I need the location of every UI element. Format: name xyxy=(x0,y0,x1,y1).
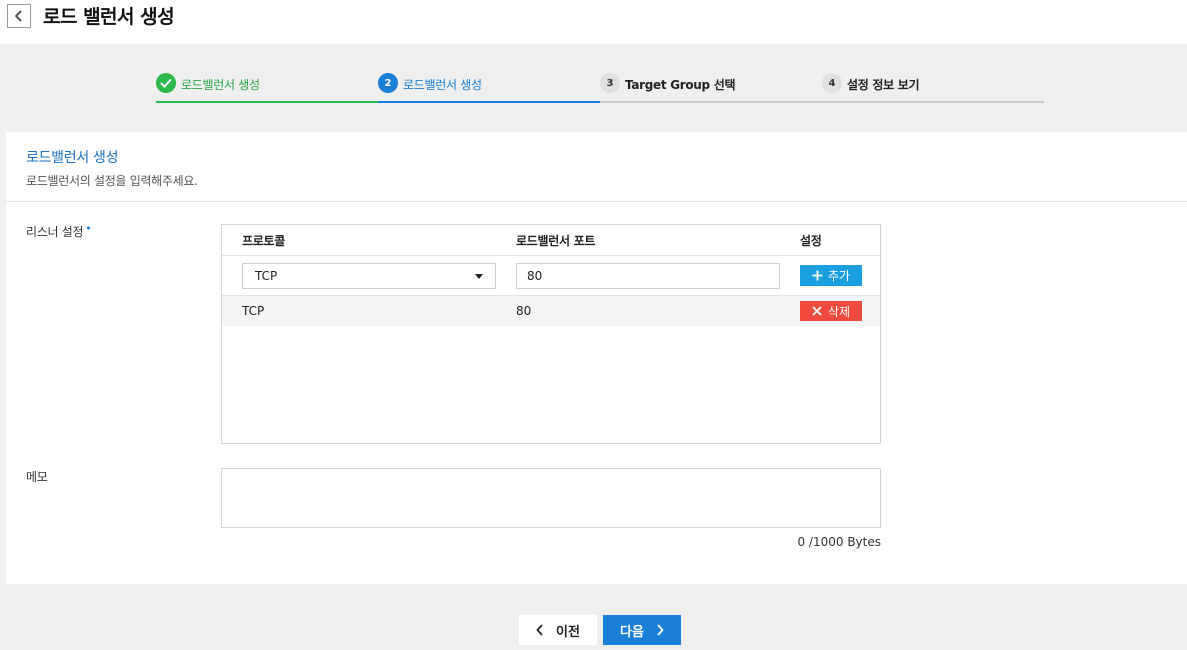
column-header-protocol: 프로토콜 xyxy=(242,234,285,248)
card-title: 로드밸런서 생성 xyxy=(26,150,119,166)
delete-button-label: 삭제 xyxy=(827,304,851,319)
step-2-progress-line xyxy=(378,101,600,103)
step-1: 로드밸런서 생성 xyxy=(156,72,378,103)
step-3-progress-line xyxy=(600,101,822,103)
step-1-progress-line xyxy=(156,101,378,103)
step-4-progress-line xyxy=(822,101,1044,103)
port-input[interactable] xyxy=(516,263,780,289)
step-3: 3 Target Group 선택 xyxy=(600,72,822,103)
protocol-select[interactable]: TCP xyxy=(242,263,496,289)
back-button[interactable] xyxy=(7,4,31,28)
add-button[interactable]: 추가 xyxy=(800,265,862,286)
step-2: 2 로드밸런서 생성 xyxy=(378,72,600,103)
step-4-number: 4 xyxy=(822,73,842,93)
memo-byte-count: 0 /1000 Bytes xyxy=(797,535,881,549)
form-card: 로드밸런서 생성 로드밸런서의 설정을 입력해주세요. 리스너 설정 • 프로토콜… xyxy=(6,132,1187,584)
plus-icon xyxy=(812,270,823,281)
card-subtitle: 로드밸런서의 설정을 입력해주세요. xyxy=(26,174,198,188)
add-button-label: 추가 xyxy=(827,269,851,283)
page-title: 로드 밸런서 생성 xyxy=(43,6,175,28)
listener-label-text: 리스너 설정 xyxy=(26,225,84,239)
table-row: TCP 80 삭제 xyxy=(222,296,880,326)
listener-table: 프로토콜 로드밸런서 포트 설정 TCP 추가 TCP 80 삭제 xyxy=(221,224,881,444)
memo-textarea[interactable] xyxy=(221,468,881,528)
step-1-label: 로드밸런서 생성 xyxy=(181,78,260,92)
header-divider xyxy=(222,255,880,256)
column-header-settings: 설정 xyxy=(800,234,822,248)
listener-label: 리스너 설정 • xyxy=(26,222,92,240)
prev-button[interactable]: 이전 xyxy=(519,615,597,645)
step-4: 4 설정 정보 보기 xyxy=(822,72,1044,103)
next-button[interactable]: 다음 xyxy=(603,615,681,645)
check-icon xyxy=(156,73,176,93)
top-bar: 로드 밸런서 생성 xyxy=(0,0,1187,44)
close-icon xyxy=(812,306,822,316)
delete-button[interactable]: 삭제 xyxy=(800,301,862,321)
step-4-label: 설정 정보 보기 xyxy=(847,78,920,92)
chevron-left-icon xyxy=(14,10,22,22)
step-3-label: Target Group 선택 xyxy=(625,78,736,92)
row-protocol: TCP xyxy=(242,304,265,318)
step-2-label: 로드밸런서 생성 xyxy=(403,78,482,92)
step-3-number: 3 xyxy=(600,73,620,93)
caret-down-icon xyxy=(475,274,483,279)
chevron-right-icon xyxy=(657,624,664,636)
memo-label: 메모 xyxy=(26,470,48,484)
prev-button-label: 이전 xyxy=(556,624,580,640)
card-header: 로드밸런서 생성 로드밸런서의 설정을 입력해주세요. xyxy=(6,132,1187,202)
next-button-label: 다음 xyxy=(620,624,644,640)
required-mark: • xyxy=(85,222,92,235)
step-2-number: 2 xyxy=(378,73,398,93)
chevron-left-icon xyxy=(536,624,543,636)
row-port: 80 xyxy=(516,304,532,318)
protocol-select-value: TCP xyxy=(255,269,278,283)
wizard-stepper: 로드밸런서 생성 2 로드밸런서 생성 3 Target Group 선택 4 … xyxy=(156,72,1044,103)
column-header-port: 로드밸런서 포트 xyxy=(516,234,596,248)
